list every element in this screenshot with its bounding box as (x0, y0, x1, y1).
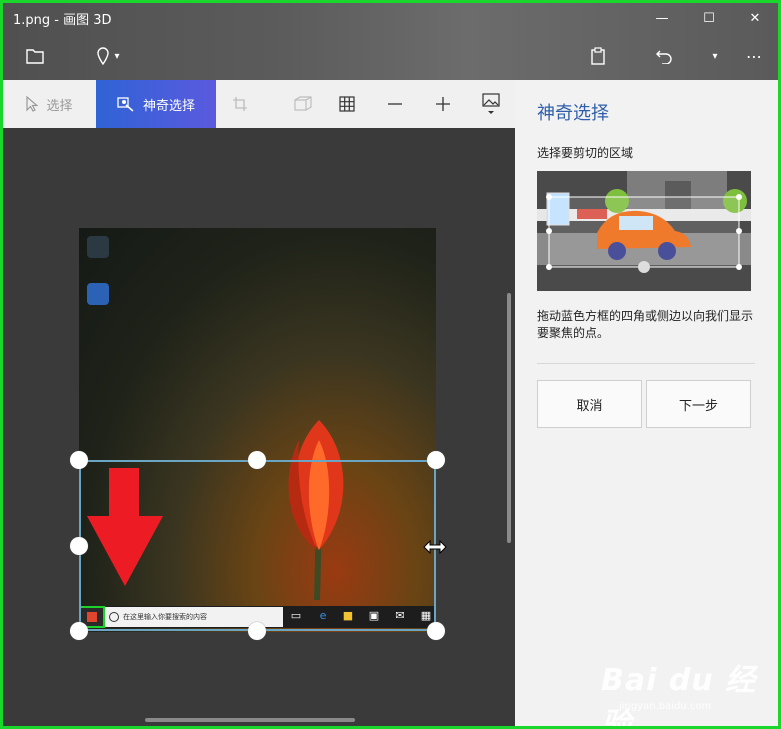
horizontal-scrollbar[interactable] (145, 718, 355, 722)
horizontal-resize-cursor-icon[interactable] (423, 540, 447, 554)
close-icon: ✕ (749, 10, 761, 26)
cancel-label: 取消 (576, 398, 603, 414)
panel-subtitle: 选择要剪切的区域 (537, 146, 634, 160)
window-title: 1.png - 画图 3D (13, 13, 112, 28)
paste-button[interactable] (585, 41, 611, 71)
history-dropdown[interactable]: ▾ (703, 41, 727, 71)
chevron-down-icon: ▾ (712, 50, 718, 62)
cancel-button[interactable]: 取消 (537, 380, 642, 428)
paste-icon (591, 47, 605, 65)
zoom-in-tool[interactable] (419, 80, 467, 128)
handle-bottom-middle[interactable] (248, 622, 266, 640)
more-button[interactable]: ⋯ (739, 41, 769, 71)
desktop-app-icon (87, 236, 109, 258)
minus-icon (388, 103, 402, 105)
minimize-icon: — (655, 10, 669, 26)
maximize-icon: ☐ (703, 10, 715, 26)
watermark-url: jingyan.baidu.com (619, 701, 712, 712)
next-button[interactable]: 下一步 (646, 380, 751, 428)
instruction-illustration (537, 171, 751, 291)
handle-top-right[interactable] (427, 451, 445, 469)
panel-description: 拖动蓝色方框的四角或侧边以向我们显示要聚焦的点。 (537, 309, 754, 340)
panel-title: 神奇选择 (537, 103, 609, 124)
pin-icon (97, 47, 110, 65)
chevron-down-icon: ▾ (114, 50, 120, 62)
undo-button[interactable] (651, 41, 677, 71)
handle-top-middle[interactable] (248, 451, 266, 469)
red-arrow-shaft (109, 468, 139, 518)
open-menu-button[interactable] (21, 41, 49, 71)
desktop-star-icon (87, 283, 109, 305)
more-icon: ⋯ (746, 46, 762, 66)
tool-strip: 选择 神奇选择 (3, 80, 515, 128)
panel-divider (537, 363, 755, 364)
select-tool[interactable]: 选择 (3, 80, 96, 128)
grid-icon (339, 96, 355, 112)
folder-icon (26, 49, 44, 64)
handle-bottom-left[interactable] (70, 622, 88, 640)
stickers-button[interactable]: ▾ (89, 41, 127, 71)
handle-top-left[interactable] (70, 451, 88, 469)
magic-select-label: 神奇选择 (142, 98, 195, 114)
zoom-out-tool[interactable] (371, 80, 419, 128)
handle-middle-left[interactable] (70, 537, 88, 555)
grid-tool[interactable] (323, 80, 371, 128)
3d-view-tool[interactable] (279, 80, 327, 128)
close-button[interactable]: ✕ (732, 3, 778, 33)
canvas-area[interactable]: 在这里输入你要搜索的内容 ▭ e ■ ▣ ✉ ▦ (3, 128, 515, 726)
red-arrow-head (87, 516, 163, 586)
handle-bottom-right[interactable] (427, 622, 445, 640)
3d-view-icon (294, 96, 312, 111)
undo-icon (656, 50, 672, 64)
next-label: 下一步 (678, 398, 718, 414)
magic-select-panel: 神奇选择 选择要剪切的区域 拖动蓝色方框的四角或侧边以向我们显示要聚焦的点。 取… (515, 80, 778, 726)
magic-select-icon (117, 97, 134, 112)
watermark-brand: Bai du 经验 (601, 663, 757, 726)
image-view-tool[interactable] (467, 80, 515, 128)
vertical-scrollbar[interactable] (507, 293, 511, 543)
select-tool-label: 选择 (46, 98, 73, 114)
baidu-watermark: Bai du 经验 jingyan.baidu.com (599, 655, 778, 726)
crop-tool[interactable] (216, 80, 264, 128)
crop-icon (233, 97, 247, 111)
cursor-icon (26, 96, 39, 112)
maximize-button[interactable]: ☐ (686, 3, 732, 33)
image-icon (482, 93, 500, 114)
paint3d-window: 1.png - 画图 3D — ☐ ✕ ▾ ▾ ⋯ 选择 神奇选择 在这里输入你… (3, 3, 778, 726)
minimize-button[interactable]: — (639, 3, 685, 33)
title-bar: 1.png - 画图 3D — ☐ ✕ ▾ ▾ ⋯ (3, 3, 778, 80)
plus-icon (436, 97, 450, 111)
car-illustration (537, 171, 751, 291)
magic-select-tool[interactable]: 神奇选择 (96, 80, 216, 128)
